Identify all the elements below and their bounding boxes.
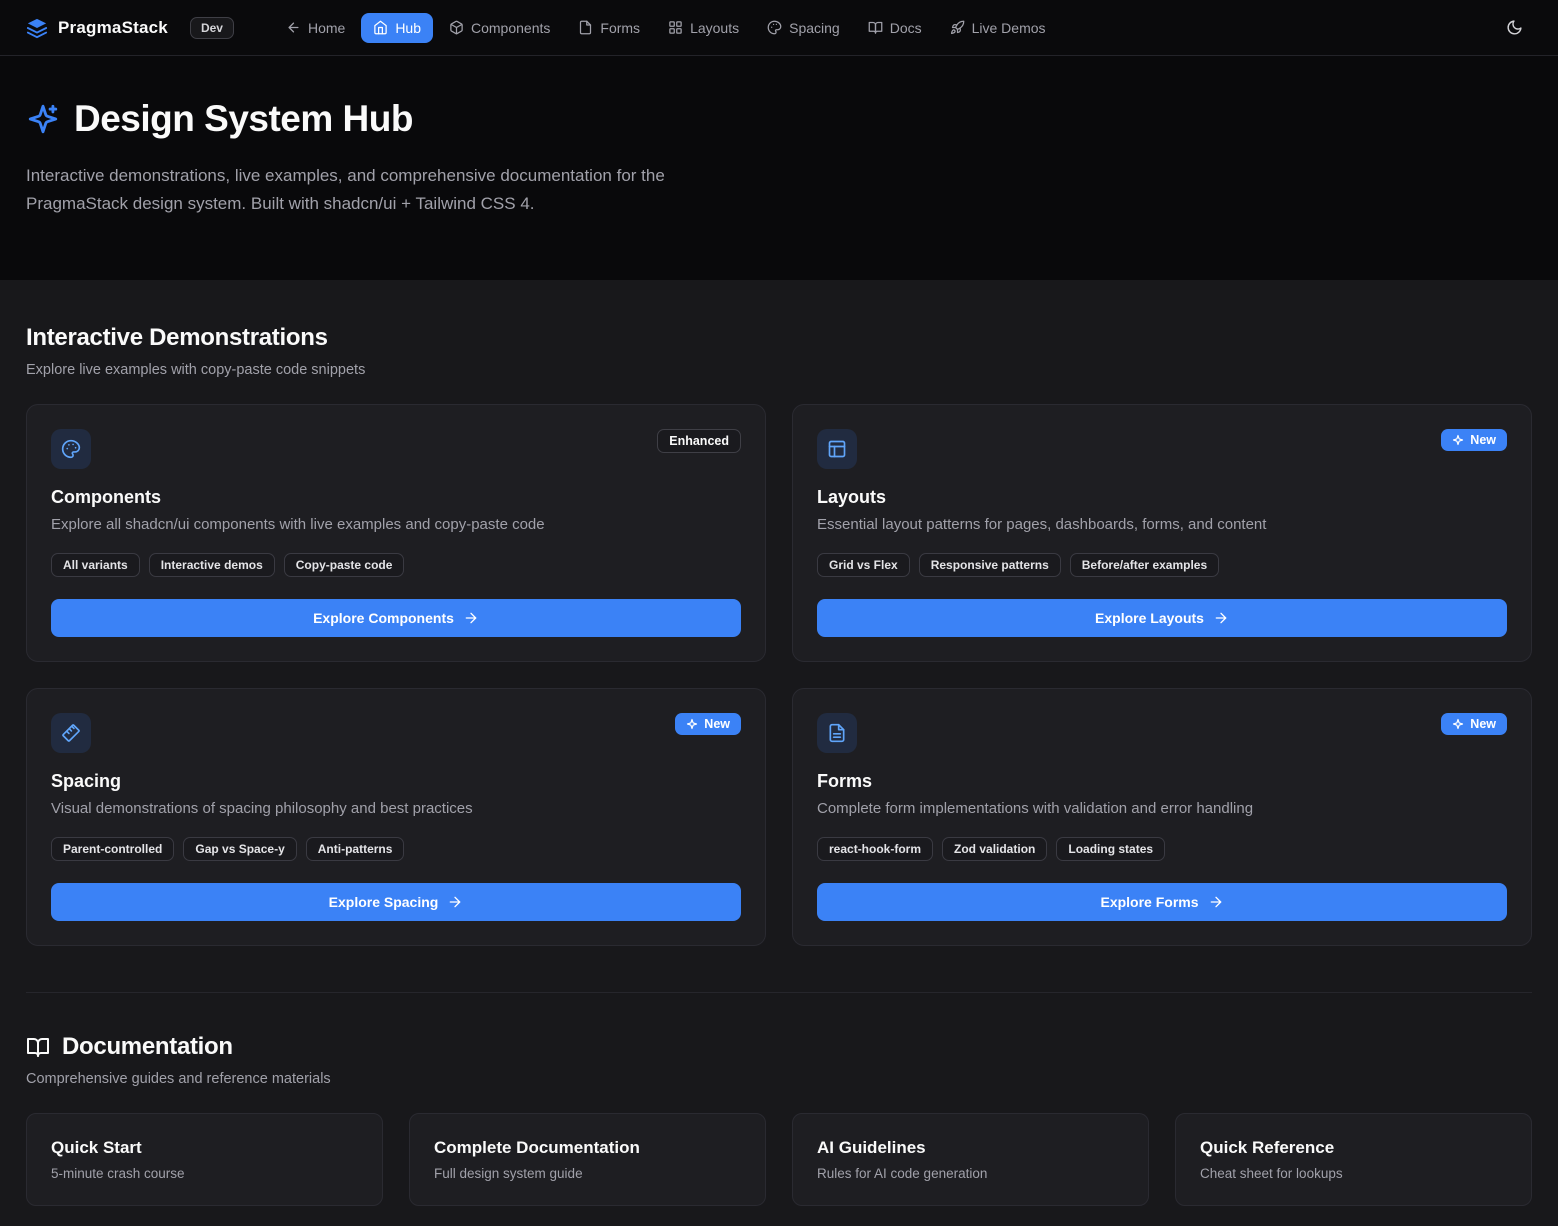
arrow-right-icon (463, 610, 479, 626)
docs-heading: Documentation (62, 1033, 233, 1061)
explore-layouts-button[interactable]: Explore Layouts (817, 599, 1507, 637)
navbar: PragmaStack Dev Home Hub Components Form… (0, 0, 1558, 56)
demo-card-grid: Enhanced Components Explore all shadcn/u… (26, 404, 1532, 946)
feature-tag: Interactive demos (149, 553, 275, 577)
doc-card-quick-reference[interactable]: Quick Reference Cheat sheet for lookups (1175, 1113, 1532, 1206)
home-icon (373, 20, 388, 35)
explore-spacing-button[interactable]: Explore Spacing (51, 883, 741, 921)
box-icon (449, 20, 464, 35)
feature-tag: Parent-controlled (51, 837, 174, 861)
book-open-icon (868, 20, 883, 35)
card-description: Complete form implementations with valid… (817, 800, 1507, 817)
card-description: Explore all shadcn/ui components with li… (51, 516, 741, 533)
feature-tag: Grid vs Flex (817, 553, 910, 577)
layers-logo-icon (26, 17, 48, 39)
ruler-icon (51, 713, 91, 753)
feature-tag: Loading states (1056, 837, 1165, 861)
feature-tag: Anti-patterns (306, 837, 405, 861)
doc-card-description: Full design system guide (434, 1166, 741, 1181)
demos-heading: Interactive Demonstrations (26, 324, 1532, 352)
brand-name: PragmaStack (58, 18, 168, 38)
doc-card-ai-guidelines[interactable]: AI Guidelines Rules for AI code generati… (792, 1113, 1149, 1206)
card-title: Layouts (817, 487, 1507, 508)
arrow-left-icon (286, 20, 301, 35)
sparkles-icon (1452, 718, 1464, 730)
demos-subheading: Explore live examples with copy-paste co… (26, 362, 1532, 378)
nav-item-spacing[interactable]: Spacing (755, 13, 852, 43)
demo-card-forms: New Forms Complete form implementations … (792, 688, 1532, 946)
brand[interactable]: PragmaStack Dev (26, 17, 234, 39)
hero-section: Design System Hub Interactive demonstrat… (0, 56, 1558, 280)
status-badge: Enhanced (657, 429, 741, 453)
doc-card-complete-documentation[interactable]: Complete Documentation Full design syste… (409, 1113, 766, 1206)
panels-top-left-icon (817, 429, 857, 469)
palette-icon (767, 20, 782, 35)
tag-row: Grid vs Flex Responsive patterns Before/… (817, 553, 1507, 577)
doc-card-description: Cheat sheet for lookups (1200, 1166, 1507, 1181)
docs-subheading: Comprehensive guides and reference mater… (26, 1071, 1532, 1087)
card-title: Components (51, 487, 741, 508)
book-open-icon (26, 1035, 50, 1059)
demo-card-spacing: New Spacing Visual demonstrations of spa… (26, 688, 766, 946)
nav-item-docs[interactable]: Docs (856, 13, 934, 43)
doc-card-title: AI Guidelines (817, 1138, 1124, 1158)
explore-forms-button[interactable]: Explore Forms (817, 883, 1507, 921)
doc-card-title: Quick Reference (1200, 1138, 1507, 1158)
status-badge: New (675, 713, 741, 735)
demo-card-layouts: New Layouts Essential layout patterns fo… (792, 404, 1532, 662)
section-divider (26, 992, 1532, 993)
arrow-right-icon (1208, 894, 1224, 910)
card-description: Visual demonstrations of spacing philoso… (51, 800, 741, 817)
doc-card-title: Complete Documentation (434, 1138, 741, 1158)
file-text-icon (578, 20, 593, 35)
feature-tag: Copy-paste code (284, 553, 405, 577)
sparkles-icon (1452, 434, 1464, 446)
nav-item-hub[interactable]: Hub (361, 13, 433, 43)
nav-links: Home Hub Components Forms Layouts Spacin… (274, 13, 1058, 43)
feature-tag: Gap vs Space-y (183, 837, 296, 861)
sparkles-icon (686, 718, 698, 730)
explore-components-button[interactable]: Explore Components (51, 599, 741, 637)
doc-card-title: Quick Start (51, 1138, 358, 1158)
tag-row: react-hook-form Zod validation Loading s… (817, 837, 1507, 861)
status-badge: New (1441, 713, 1507, 735)
arrow-right-icon (447, 894, 463, 910)
status-badge: New (1441, 429, 1507, 451)
feature-tag: react-hook-form (817, 837, 933, 861)
page-subtitle: Interactive demonstrations, live example… (26, 162, 771, 218)
page-title: Design System Hub (74, 98, 413, 140)
doc-card-quick-start[interactable]: Quick Start 5-minute crash course (26, 1113, 383, 1206)
feature-tag: All variants (51, 553, 140, 577)
moon-icon (1506, 19, 1523, 36)
feature-tag: Before/after examples (1070, 553, 1219, 577)
tag-row: Parent-controlled Gap vs Space-y Anti-pa… (51, 837, 741, 861)
card-title: Forms (817, 771, 1507, 792)
demo-card-components: Enhanced Components Explore all shadcn/u… (26, 404, 766, 662)
env-badge: Dev (190, 17, 234, 39)
file-text-icon (817, 713, 857, 753)
arrow-right-icon (1213, 610, 1229, 626)
layout-grid-icon (668, 20, 683, 35)
tag-row: All variants Interactive demos Copy-past… (51, 553, 741, 577)
rocket-icon (950, 20, 965, 35)
theme-toggle-button[interactable] (1496, 10, 1532, 46)
nav-item-live-demos[interactable]: Live Demos (938, 13, 1058, 43)
feature-tag: Responsive patterns (919, 553, 1061, 577)
doc-card-description: 5-minute crash course (51, 1166, 358, 1181)
docs-card-grid: Quick Start 5-minute crash course Comple… (26, 1113, 1532, 1206)
feature-tag: Zod validation (942, 837, 1047, 861)
card-description: Essential layout patterns for pages, das… (817, 516, 1507, 533)
palette-icon (51, 429, 91, 469)
nav-item-components[interactable]: Components (437, 13, 562, 43)
nav-item-layouts[interactable]: Layouts (656, 13, 751, 43)
sparkles-icon (26, 102, 60, 136)
doc-card-description: Rules for AI code generation (817, 1166, 1124, 1181)
card-title: Spacing (51, 771, 741, 792)
docs-section: Documentation Comprehensive guides and r… (0, 1033, 1558, 1226)
nav-item-forms[interactable]: Forms (566, 13, 652, 43)
demos-section: Interactive Demonstrations Explore live … (0, 280, 1558, 1033)
nav-item-home[interactable]: Home (274, 13, 357, 43)
